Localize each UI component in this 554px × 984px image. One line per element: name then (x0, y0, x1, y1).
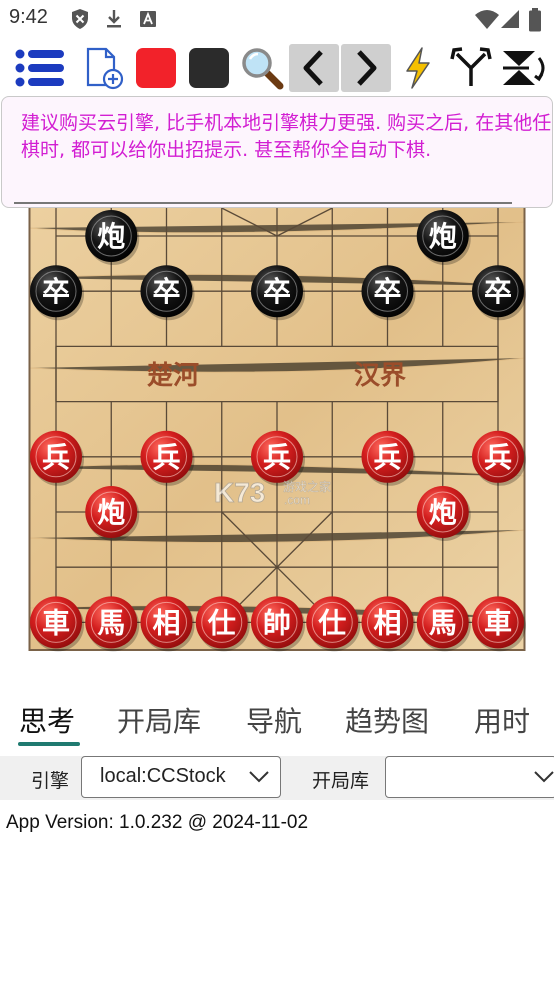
piece-char: 帥 (263, 606, 291, 639)
piece-char: 卒 (373, 275, 401, 308)
tab-trend-chart[interactable]: 趋势图 (345, 700, 429, 740)
red-square-icon (136, 48, 176, 88)
tab-opening-book[interactable]: 开局库 (117, 700, 201, 740)
piece-char: 卒 (484, 275, 512, 308)
list-icon (15, 49, 64, 87)
active-tab-indicator (18, 742, 80, 746)
banner-text: 建议购买云引擎, 比手机本地引擎棋力更强. 购买之后, 在其他任何平台下棋时, … (21, 112, 552, 161)
download-icon (107, 10, 121, 28)
flip-icon (503, 51, 545, 85)
piece-char: 兵 (152, 441, 180, 474)
hint-button[interactable] (393, 44, 443, 92)
app-version: App Version: 1.0.232 @ 2024-11-02 (6, 812, 309, 833)
menu-button[interactable] (12, 44, 68, 92)
chevron-down-icon (534, 771, 554, 783)
piece-char: 炮 (429, 496, 457, 529)
piece-char: 炮 (97, 220, 125, 253)
piece-char: 相 (373, 606, 401, 639)
watermark-main: K73 (214, 477, 265, 508)
piece-char: 炮 (97, 496, 125, 529)
piece-char: 卒 (263, 275, 291, 308)
river-right-label: 汉界 (354, 361, 406, 391)
piece-char: 仕 (207, 606, 236, 639)
toolbar (0, 40, 554, 96)
piece-char: 卒 (152, 275, 180, 308)
chevron-left-icon (303, 50, 323, 86)
status-bar: 9:42 (0, 0, 554, 38)
black-square-icon (189, 48, 229, 88)
tab-time-used[interactable]: 用时 (474, 700, 530, 740)
piece-char: 馬 (97, 606, 125, 639)
lightning-icon (406, 47, 430, 89)
piece-char: 兵 (373, 441, 401, 474)
search-button[interactable] (237, 44, 287, 92)
flip-board-button[interactable] (498, 44, 548, 92)
banner-divider (14, 202, 512, 204)
opening-book-label: 开局库 (312, 770, 370, 792)
branch-icon (450, 47, 492, 86)
river-left-label: 楚河 (147, 361, 199, 391)
engine-label: 引擎 (31, 770, 70, 792)
shield-icon (72, 9, 88, 29)
wifi-icon (475, 10, 499, 29)
branch-button[interactable] (446, 44, 496, 92)
engine-select[interactable]: local:CCStock (81, 756, 281, 798)
status-time: 9:42 (9, 6, 48, 28)
watermark-sub: 游戏之家 (283, 479, 331, 494)
engine-row: 引擎 local:CCStock 开局库 (0, 756, 554, 800)
piece-char: 卒 (42, 275, 70, 308)
tab-bar: 思考 开局库 导航 趋势图 用时 (0, 700, 554, 750)
tab-thinking[interactable]: 思考 (19, 700, 75, 740)
search-icon (242, 48, 284, 90)
signal-icon (501, 10, 519, 28)
cloud-engine-banner[interactable]: 建议购买云引擎, 比手机本地引擎棋力更强. 购买之后, 在其他任何平台下棋时, … (1, 96, 553, 208)
piece-char: 車 (484, 606, 512, 639)
piece-char: 兵 (263, 441, 291, 474)
piece-char: 馬 (429, 606, 457, 639)
watermark-domain: .com (284, 493, 310, 507)
new-file-icon (86, 47, 124, 90)
opening-book-select[interactable] (385, 756, 554, 798)
a-icon (140, 11, 156, 27)
piece-char: 兵 (42, 441, 70, 474)
play-red-button[interactable] (131, 44, 181, 92)
battery-icon (529, 8, 541, 32)
piece-char: 兵 (484, 441, 512, 474)
piece-char: 相 (152, 606, 180, 639)
chevron-right-icon (357, 50, 377, 86)
piece-char: 炮 (429, 220, 457, 253)
engine-select-value: local:CCStock (100, 765, 226, 787)
piece-char: 仕 (317, 606, 346, 639)
piece-char: 車 (42, 606, 70, 639)
next-move-button[interactable] (341, 44, 391, 92)
prev-move-button[interactable] (289, 44, 339, 92)
chevron-down-icon (249, 771, 269, 783)
tab-navigation[interactable]: 导航 (246, 700, 302, 740)
new-game-button[interactable] (78, 44, 128, 92)
chess-board[interactable]: 楚河 汉界 炮炮卒卒卒卒卒兵兵兵兵兵炮 炮車馬相仕帥仕相馬車 K73 游戏之家 .… (0, 208, 554, 654)
play-black-button[interactable] (184, 44, 234, 92)
